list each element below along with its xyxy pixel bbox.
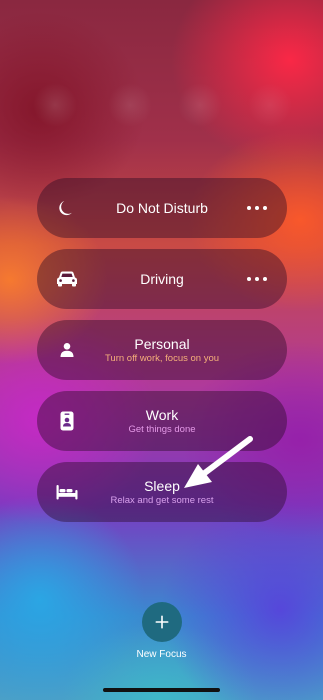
focus-item-title: Driving <box>140 270 184 287</box>
more-options-icon[interactable] <box>247 203 267 213</box>
focus-item-title: Personal <box>134 335 190 352</box>
id-badge-icon <box>55 409 79 433</box>
new-focus-label: New Focus <box>136 649 187 660</box>
car-icon <box>55 267 79 291</box>
focus-item-do-not-disturb[interactable]: Do Not Disturb <box>37 178 287 238</box>
focus-item-title: Sleep <box>144 477 180 494</box>
person-icon <box>55 338 79 362</box>
focus-item-driving[interactable]: Driving <box>37 249 287 309</box>
focus-item-subtitle: Turn off work, focus on you <box>104 352 220 364</box>
focus-item-subtitle: Relax and get some rest <box>110 494 214 506</box>
home-indicator[interactable] <box>103 688 220 692</box>
plus-icon <box>155 615 169 629</box>
arrow-icon <box>184 436 253 488</box>
focus-item-personal[interactable]: Personal Turn off work, focus on you <box>37 320 287 380</box>
more-options-icon[interactable] <box>247 274 267 284</box>
new-focus-button[interactable] <box>142 602 182 642</box>
focus-item-title: Work <box>145 406 179 423</box>
moon-icon <box>55 196 79 220</box>
bed-icon <box>55 480 79 504</box>
focus-item-title: Do Not Disturb <box>116 199 208 216</box>
